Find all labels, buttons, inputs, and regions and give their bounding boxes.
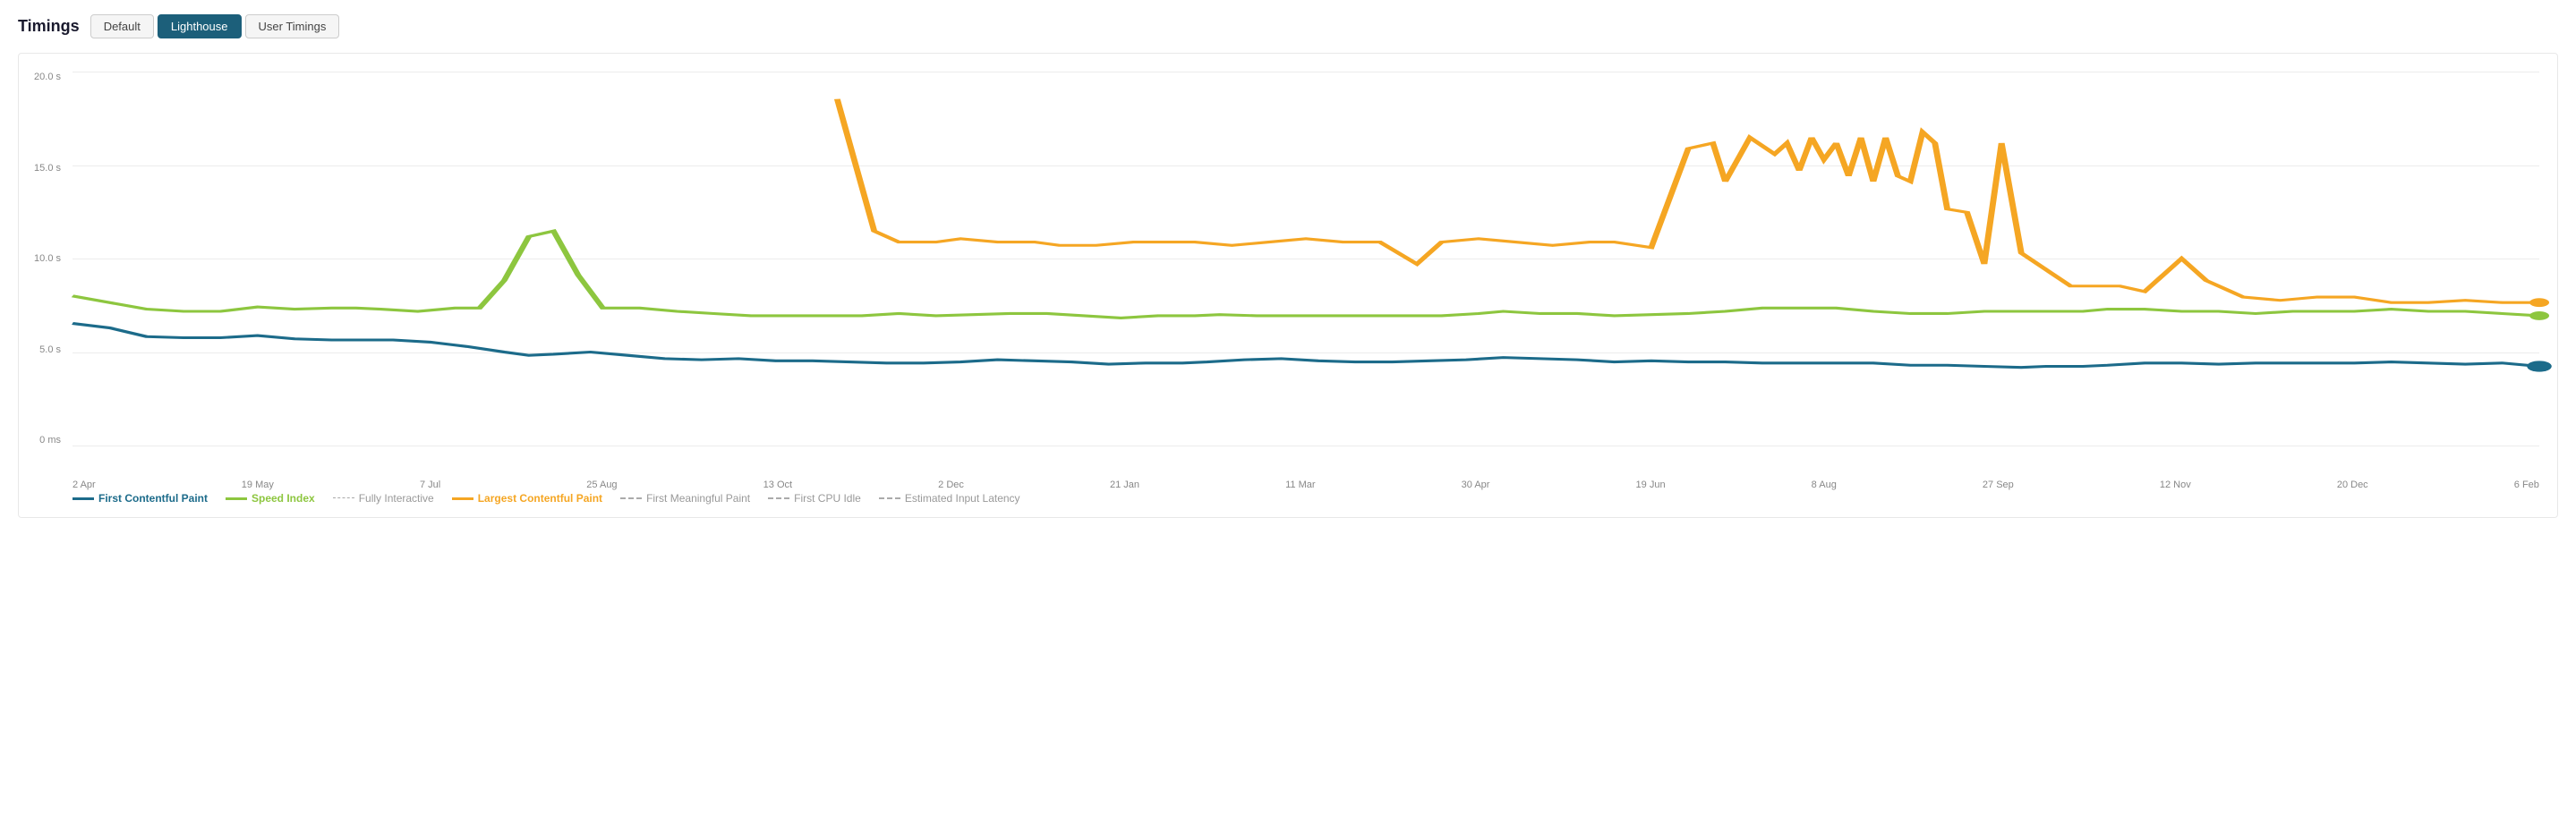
legend-line-fci <box>768 497 789 499</box>
legend-eil: Estimated Input Latency <box>879 492 1020 505</box>
panel-header: Timings Default Lighthouse User Timings <box>18 14 2558 38</box>
legend-line-fcp <box>73 497 94 500</box>
legend-line-lcp <box>452 497 473 500</box>
y-label-0: 0 ms <box>39 435 61 446</box>
line-speed-index <box>73 231 2539 318</box>
timings-panel: Timings Default Lighthouse User Timings … <box>0 0 2576 532</box>
legend-label-si: Speed Index <box>252 492 315 505</box>
chart-container: 20.0 s 15.0 s 10.0 s 5.0 s 0 ms <box>18 53 2558 518</box>
legend-line-fmp <box>620 497 642 499</box>
legend-lcp: Largest Contentful Paint <box>452 492 602 505</box>
legend-fmp: First Meaningful Paint <box>620 492 750 505</box>
y-label-5: 5.0 s <box>39 344 61 355</box>
legend-fci: First CPU Idle <box>768 492 861 505</box>
chart-legend: First Contentful Paint Speed Index Fully… <box>73 472 2539 517</box>
line-lcp <box>837 99 2539 302</box>
chart-svg <box>73 72 2539 446</box>
tab-default[interactable]: Default <box>90 14 154 38</box>
page-title: Timings <box>18 17 80 36</box>
legend-line-si <box>226 497 247 500</box>
legend-fi: Fully Interactive <box>333 492 434 505</box>
tab-user-timings[interactable]: User Timings <box>245 14 340 38</box>
chart-area <box>73 72 2539 446</box>
y-label-10: 10.0 s <box>34 253 61 264</box>
legend-line-eil <box>879 497 900 499</box>
legend-label-fcp: First Contentful Paint <box>98 492 208 505</box>
legend-si: Speed Index <box>226 492 315 505</box>
legend-label-fi: Fully Interactive <box>359 492 434 505</box>
line-fcp <box>73 324 2539 368</box>
legend-fcp: First Contentful Paint <box>73 492 208 505</box>
legend-label-lcp: Largest Contentful Paint <box>478 492 602 505</box>
legend-label-fci: First CPU Idle <box>794 492 861 505</box>
legend-line-fi <box>333 497 354 499</box>
legend-label-fmp: First Meaningful Paint <box>646 492 750 505</box>
dot-lcp <box>2529 298 2549 307</box>
dot-fcp <box>2527 361 2552 371</box>
legend-label-eil: Estimated Input Latency <box>905 492 1020 505</box>
tab-group: Default Lighthouse User Timings <box>90 14 340 38</box>
y-axis: 20.0 s 15.0 s 10.0 s 5.0 s 0 ms <box>19 72 68 446</box>
y-label-15: 15.0 s <box>34 163 61 174</box>
y-label-20: 20.0 s <box>34 72 61 82</box>
tab-lighthouse[interactable]: Lighthouse <box>158 14 242 38</box>
dot-speed-index <box>2529 311 2549 320</box>
